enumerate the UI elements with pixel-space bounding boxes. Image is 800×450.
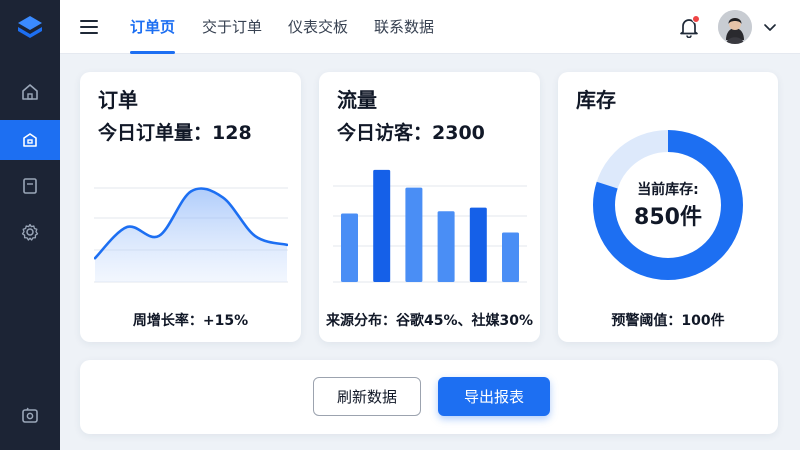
traffic-metric: 今日访客：2300 [337,118,485,145]
sidebar-item-documents[interactable] [0,166,60,206]
orders-metric: 今日订单量：128 [98,118,252,145]
sidebar-item-camera[interactable] [0,395,60,435]
orders-growth-rate: 周增长率：+15% [132,313,249,329]
traffic-bar-1 [373,169,391,282]
cube-icon [23,133,37,147]
logo-icon [14,12,46,44]
traffic-card-title: 流量 [337,88,377,112]
traffic-bar-4 [469,207,487,282]
inventory-card: 库存 当前库存: 850件 预警阈值：100件 [558,72,778,342]
sidebar [0,0,60,450]
menu-button[interactable] [78,16,100,38]
area-fill [95,188,287,282]
traffic-source-distribution: 来源分布：谷歌45%、社媒30% [325,313,534,329]
traffic-bar-2 [405,187,423,282]
document-icon [23,178,37,194]
sidebar-item-home[interactable] [0,72,60,112]
sidebar-item-inventory[interactable] [0,120,60,160]
account-menu-toggle[interactable] [762,19,778,35]
gear-icon [21,223,39,241]
inventory-warning-threshold: 预警阈值：100件 [611,313,725,329]
tab-orders[interactable]: 订单页 [130,0,176,54]
sidebar-item-settings[interactable] [0,212,60,252]
top-bar: 订单页 交于订单 仪表交板 联系数据 [60,0,800,54]
inventory-card-title: 库存 [576,88,616,112]
traffic-bar-5 [502,232,519,282]
tab-dashboard[interactable]: 仪表交板 [288,0,348,54]
tab-contact-data[interactable]: 联系数据 [374,0,434,54]
chevron-down-icon [764,24,776,31]
inventory-ring-value: 850件 [634,205,702,230]
avatar[interactable] [718,10,752,44]
refresh-data-button[interactable]: 刷新数据 [313,377,421,416]
orders-area-chart [94,187,288,283]
orders-card-title: 订单 [98,88,138,112]
traffic-card: 流量 今日访客：2300 来源分布：谷歌45%、社媒30% [319,72,540,342]
hamburger-icon [80,20,98,34]
notification-badge [692,15,700,23]
traffic-metric-value: 2300 [432,122,485,144]
tab-submit-orders[interactable]: 交于订单 [202,0,262,54]
inventory-ring-label: 当前库存: [637,181,699,198]
traffic-metric-label: 今日访客： [337,122,433,144]
orders-card: 订单 今日订单量：128 周增长率：+15% [80,72,301,342]
export-report-button[interactable]: 导出报表 [438,377,550,416]
user-photo-icon [718,10,752,44]
traffic-bar-chart [333,169,527,283]
inventory-donut-chart: 当前库存: 850件 [593,130,743,280]
orders-metric-label: 今日订单量： [98,122,213,144]
orders-metric-value: 128 [212,122,252,144]
action-bar: 刷新数据 导出报表 [80,360,778,434]
home-icon [22,84,38,100]
traffic-bar-3 [437,211,455,282]
traffic-bar-0 [341,213,358,282]
camera-icon [22,407,38,423]
